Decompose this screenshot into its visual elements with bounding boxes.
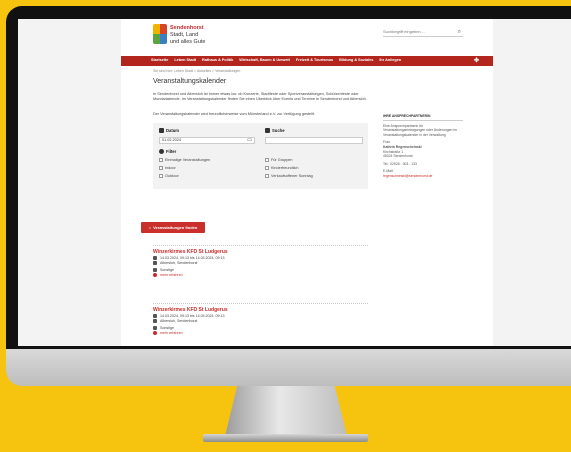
checkbox-outdoor[interactable]: Outdoor xyxy=(159,174,179,179)
event-place: Albersloh, Sendenhorst xyxy=(153,318,368,324)
sidebar-text: Eine Ansprechpartnerin für Veranstaltung… xyxy=(383,123,457,137)
monitor: Sendenhorst Stadt, Land und alles Gute S… xyxy=(6,6,571,386)
divider xyxy=(153,245,368,246)
divider xyxy=(153,303,368,304)
event-more-link[interactable]: mehr erfahren xyxy=(153,331,368,336)
event-more-link[interactable]: mehr erfahren xyxy=(153,273,368,278)
event-title[interactable]: Winzerkirmes KFD St Ludgerus xyxy=(153,307,368,314)
nav-item-anliegen[interactable]: Ihr Anliegen xyxy=(379,58,401,63)
event-category-text: Sonstige xyxy=(160,268,174,273)
event-place-text: Albersloh, Sendenhorst xyxy=(160,318,198,323)
date-label-text: Datum xyxy=(166,128,180,133)
search-icon[interactable]: ⌕ xyxy=(458,28,461,36)
monitor-stand-neck xyxy=(225,386,347,436)
contact-email-link[interactable]: regenscheinski@sendenhorst.de xyxy=(383,174,463,179)
contact-phone: Tel.: 02526 - 303 - 133 xyxy=(383,161,417,166)
nav-item-leben-stadt[interactable]: Leben Stadt xyxy=(174,58,196,63)
filter-label: Filter xyxy=(159,149,176,155)
find-events-button[interactable]: ⌂ Veranstaltungen finden xyxy=(141,222,205,233)
nav-item-freizeit[interactable]: Freizeit & Tourismus xyxy=(296,58,333,63)
location-icon xyxy=(153,318,157,323)
arrow-icon xyxy=(153,273,157,278)
screen: Sendenhorst Stadt, Land und alles Gute S… xyxy=(18,19,571,346)
checkbox-einmalig[interactable]: Einmalige Veranstaltungen xyxy=(159,158,210,163)
checkbox-kinderfreundlich[interactable]: Kinderfreundlich xyxy=(265,166,298,171)
checkbox-box[interactable] xyxy=(265,166,269,170)
checkbox-box[interactable] xyxy=(265,158,269,162)
checkbox-box[interactable] xyxy=(265,174,269,178)
event-card: Winzerkirmes KFD St Ludgerus 14.03.2024,… xyxy=(153,307,368,346)
contact-city: 48324 Sendenhorst xyxy=(383,154,413,159)
intro-note: Der Veranstaltungskalender wird freundli… xyxy=(153,112,315,116)
event-search-field[interactable] xyxy=(265,137,363,144)
site-header: Sendenhorst Stadt, Land und alles Gute S… xyxy=(121,19,493,55)
arrow-icon xyxy=(153,331,157,336)
web-page: Sendenhorst Stadt, Land und alles Gute S… xyxy=(121,19,493,346)
location-icon xyxy=(153,260,157,265)
contact-block: Frau Kathrin Regenscheinski Kirchstraße … xyxy=(383,140,463,158)
search-input[interactable]: Suchbegriff eingeben ... ⌕ xyxy=(383,28,463,37)
event-category-text: Sonstige xyxy=(160,326,174,331)
search-label: Suche xyxy=(265,128,285,134)
event-place: Albersloh, Sendenhorst xyxy=(153,260,368,266)
search-label-text: Suche xyxy=(272,128,285,133)
checkbox-label: Für Gruppen xyxy=(271,158,293,162)
site-logo[interactable]: Sendenhorst Stadt, Land und alles Gute xyxy=(170,25,205,46)
checkbox-label: Kinderfreundlich xyxy=(271,166,299,170)
filter-label-text: Filter xyxy=(166,149,177,154)
nav-item-startseite[interactable]: Startseite xyxy=(151,58,168,63)
accessibility-icon[interactable]: ✤ xyxy=(474,57,479,65)
nav-item-rathaus[interactable]: Rathaus & Politik xyxy=(202,58,233,63)
filter-icon xyxy=(159,149,164,155)
nav-item-bildung[interactable]: Bildung & Soziales xyxy=(339,58,373,63)
checkbox-box[interactable] xyxy=(159,174,163,178)
logo-line3: und alles Gute xyxy=(170,38,206,45)
breadcrumb: Sie sind hier: Leben Stadt > Aktuelles >… xyxy=(153,69,241,73)
event-title[interactable]: Winzerkirmes KFD St Ludgerus xyxy=(153,249,368,256)
event-filter-form: Datum Suche 01.02.2024 ▭ Filter Einmalige… xyxy=(153,123,368,189)
checkbox-indoor[interactable]: Indoor xyxy=(159,166,176,171)
clock-icon xyxy=(153,255,157,260)
monitor-stand-base xyxy=(203,434,368,442)
checkbox-sonntag[interactable]: Verkaufsoffener Sonntag xyxy=(265,174,313,179)
clock-icon xyxy=(153,313,157,318)
main-nav: Startseite Leben Stadt Rathaus & Politik… xyxy=(121,56,493,66)
event-more-text: mehr erfahren xyxy=(160,331,183,336)
date-label: Datum xyxy=(159,128,179,134)
event-more-text: mehr erfahren xyxy=(160,273,183,278)
checkbox-gruppen[interactable]: Für Gruppen xyxy=(265,158,293,163)
event-date-text: 14.03.2024, 09:13 bis 14.03.2024, 09:13 xyxy=(160,255,225,260)
find-events-label: Veranstaltungen finden xyxy=(153,224,198,230)
event-date-text: 14.03.2024, 09:13 bis 14.03.2024, 09:13 xyxy=(160,313,225,318)
checkbox-box[interactable] xyxy=(159,166,163,170)
nav-item-wirtschaft[interactable]: Wirtschaft, Bauen & Umwelt xyxy=(239,58,290,63)
date-field[interactable]: 01.02.2024 ▭ xyxy=(159,137,255,144)
event-card: Winzerkirmes KFD St Ludgerus 14.03.2024,… xyxy=(153,249,368,295)
binoculars-icon xyxy=(265,128,270,134)
event-place-text: Albersloh, Sendenhorst xyxy=(160,260,198,265)
checkbox-box[interactable] xyxy=(159,158,163,162)
tag-icon xyxy=(153,268,157,273)
checkbox-label: Verkaufsoffener Sonntag xyxy=(271,174,313,178)
date-value: 01.02.2024 xyxy=(162,138,182,142)
logo-line1: Sendenhorst xyxy=(170,25,204,31)
checkbox-label: Outdoor xyxy=(165,174,179,178)
contact-sidebar: IHRE ANSPRECHPARTNERIN Eine Ansprechpart… xyxy=(383,114,463,182)
page-title: Veranstaltungskalender xyxy=(153,78,227,85)
logo-icon[interactable] xyxy=(153,24,167,44)
logo-line2: Stadt, Land xyxy=(170,31,199,38)
intro-text: In Sendenhorst und Albersloh ist immer e… xyxy=(153,92,367,102)
monitor-chin xyxy=(6,349,571,386)
bank-icon: ⌂ xyxy=(148,224,152,230)
search-placeholder: Suchbegriff eingeben ... xyxy=(383,29,426,34)
checkbox-label: Indoor xyxy=(165,166,176,170)
calendar-picker-icon[interactable]: ▭ xyxy=(247,137,252,144)
checkbox-label: Einmalige Veranstaltungen xyxy=(165,158,211,162)
calendar-icon xyxy=(159,128,164,134)
sidebar-heading: IHRE ANSPRECHPARTNERIN xyxy=(383,114,463,121)
tag-icon xyxy=(153,326,157,331)
